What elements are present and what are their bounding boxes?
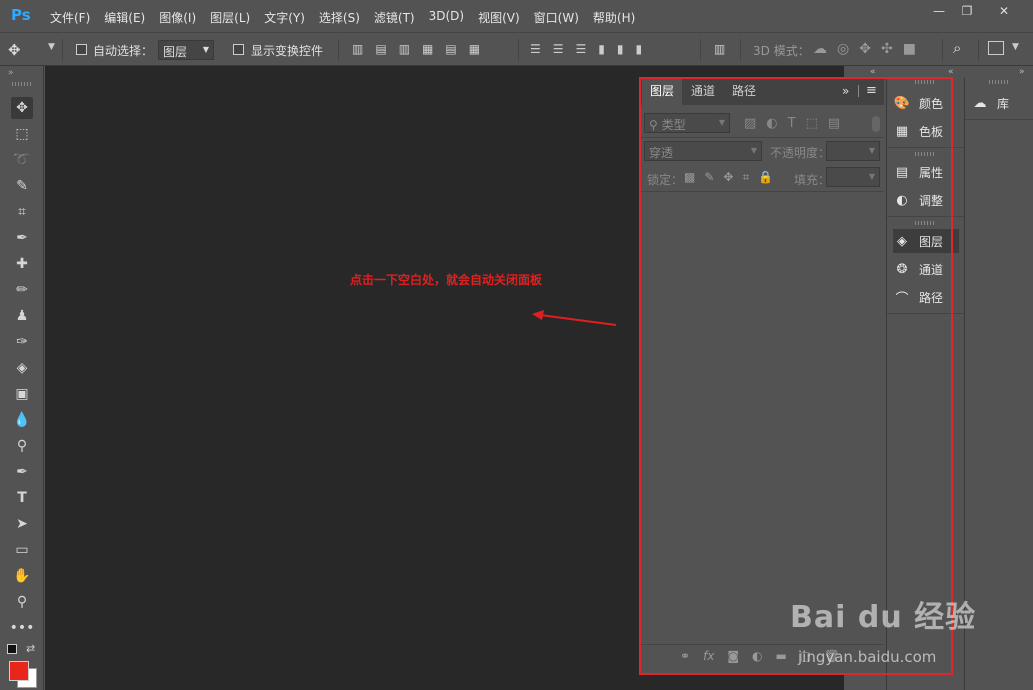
menu-window[interactable]: 窗口(W) <box>534 9 579 26</box>
healing-brush-tool-icon[interactable]: ✚ <box>11 253 33 275</box>
move-tool-icon[interactable]: ✥ <box>11 97 33 119</box>
menu-type[interactable]: 文字(Y) <box>264 9 305 26</box>
path-select-tool-icon[interactable]: ➤ <box>11 513 33 535</box>
annotation-text: 点击一下空白处，就会自动关闭面板 <box>350 273 543 287</box>
distribute-bottom-icon[interactable]: ☰ <box>576 42 587 56</box>
dodge-tool-icon[interactable]: ⚲ <box>11 435 33 457</box>
divider <box>518 39 519 61</box>
collapse-icon[interactable]: » <box>8 68 14 78</box>
divider <box>740 39 741 61</box>
menu-help[interactable]: 帮助(H) <box>593 9 635 26</box>
menu-edit[interactable]: 编辑(E) <box>104 9 145 26</box>
chevron-down-icon[interactable]: ▼ <box>1012 42 1019 52</box>
dock-item-library[interactable]: ☁ 库 <box>971 91 1029 115</box>
chevron-down-icon: ▼ <box>202 45 209 54</box>
collapse-dock-icon[interactable]: » <box>1019 67 1025 77</box>
collapse-dock-icon[interactable]: « <box>870 67 876 77</box>
more-tools-icon[interactable]: ••• <box>10 617 35 639</box>
roll-3d-icon[interactable]: ◎ <box>837 41 849 57</box>
distribute-vcenter-icon[interactable]: ☰ <box>553 42 564 56</box>
auto-select-checkbox[interactable] <box>76 44 87 55</box>
marquee-tool-icon[interactable]: ⬚ <box>11 123 33 145</box>
divider <box>965 119 1033 120</box>
history-brush-tool-icon[interactable]: ✑ <box>11 331 33 353</box>
slide-3d-icon[interactable]: ✣ <box>881 41 893 57</box>
divider <box>942 39 943 61</box>
options-bar: ✥ ▼ 自动选择： 图层 ▼ 显示变换控件 ▥ ▤ ▥ ▦ ▤ ▦ ☰ ☰ ☰ … <box>0 32 1033 66</box>
baidu-watermark-logo: Bai du 经验 <box>790 600 977 635</box>
menu-image[interactable]: 图像(I) <box>159 9 196 26</box>
restore-button[interactable]: ❐ <box>952 0 982 22</box>
panel-grip[interactable] <box>12 82 32 86</box>
show-transform-checkbox[interactable] <box>233 44 244 55</box>
eraser-tool-icon[interactable]: ◈ <box>11 357 33 379</box>
search-icon[interactable]: ⌕ <box>953 39 961 57</box>
menu-3d[interactable]: 3D(D) <box>429 9 464 26</box>
camera-3d-icon[interactable]: ■ <box>903 41 916 57</box>
brush-tool-icon[interactable]: ✏ <box>11 279 33 301</box>
panel-grip[interactable] <box>989 80 1009 84</box>
menu-layer[interactable]: 图层(L) <box>210 9 250 26</box>
crop-tool-icon[interactable]: ⌗ <box>11 201 33 223</box>
rectangle-tool-icon[interactable]: ▭ <box>11 539 33 561</box>
auto-select-dropdown[interactable]: 图层 ▼ <box>158 40 214 60</box>
menu-filter[interactable]: 滤镜(T) <box>374 9 415 26</box>
tools-panel: » ✥ ⬚ ➰ ✎ ⌗ ✒ ✚ ✏ ♟ ✑ ◈ ▣ 💧 ⚲ ✒ T ➤ ▭ ✋ … <box>0 66 44 690</box>
auto-select-label: 自动选择： <box>93 44 154 58</box>
mode-3d-label: 3D 模式： <box>753 44 810 58</box>
main-menu: 文件(F) 编辑(E) 图像(I) 图层(L) 文字(Y) 选择(S) 滤镜(T… <box>50 9 649 26</box>
distribute-buttons: ☰ ☰ ☰ ▮ ▮ ▮ <box>530 42 642 56</box>
clone-stamp-tool-icon[interactable]: ♟ <box>11 305 33 327</box>
auto-align-icon[interactable]: ▥ <box>714 42 725 56</box>
move-tool-preset-icon[interactable]: ✥ <box>8 41 21 59</box>
distribute-top-icon[interactable]: ☰ <box>530 42 541 56</box>
workspace-icon[interactable] <box>988 41 1004 55</box>
default-colors-icon[interactable] <box>7 644 17 654</box>
menu-file[interactable]: 文件(F) <box>50 9 90 26</box>
chevron-down-icon[interactable]: ▼ <box>48 42 55 52</box>
align-bottom-icon[interactable]: ▥ <box>399 42 410 56</box>
eyedropper-tool-icon[interactable]: ✒ <box>11 227 33 249</box>
creative-cloud-icon: ☁ <box>973 95 987 111</box>
mode-3d-buttons: ☁ ◎ ✥ ✣ ■ <box>813 41 916 57</box>
baidu-watermark-url: jingyan.baidu.com <box>798 648 937 666</box>
type-tool-icon[interactable]: T <box>11 487 33 509</box>
divider <box>700 39 701 61</box>
menu-view[interactable]: 视图(V) <box>478 9 520 26</box>
library-label: 库 <box>997 96 1010 111</box>
align-left-icon[interactable]: ▦ <box>422 42 433 56</box>
close-button[interactable]: ✕ <box>986 0 1022 22</box>
blur-tool-icon[interactable]: 💧 <box>11 409 33 431</box>
hand-tool-icon[interactable]: ✋ <box>11 565 33 587</box>
annotation-arrow <box>532 310 617 326</box>
orbit-3d-icon[interactable]: ☁ <box>813 41 827 57</box>
quick-select-tool-icon[interactable]: ✎ <box>11 175 33 197</box>
distribute-hcenter-icon[interactable]: ▮ <box>617 42 624 56</box>
align-right-icon[interactable]: ▦ <box>469 42 480 56</box>
pan-3d-icon[interactable]: ✥ <box>859 41 871 57</box>
swap-colors-icon[interactable]: ⇄ <box>26 642 35 655</box>
zoom-tool-icon[interactable]: ⚲ <box>11 591 33 613</box>
foreground-color-swatch[interactable] <box>9 661 29 681</box>
divider <box>978 39 979 61</box>
pen-tool-icon[interactable]: ✒ <box>11 461 33 483</box>
highlight-box <box>639 77 953 675</box>
photoshop-logo: Ps <box>11 6 31 24</box>
minimize-button[interactable]: — <box>924 0 954 22</box>
menu-select[interactable]: 选择(S) <box>319 9 360 26</box>
gradient-tool-icon[interactable]: ▣ <box>11 383 33 405</box>
align-vcenter-icon[interactable]: ▤ <box>375 42 386 56</box>
menu-bar: Ps 文件(F) 编辑(E) 图像(I) 图层(L) 文字(Y) 选择(S) 滤… <box>0 0 1033 32</box>
divider <box>62 39 63 61</box>
distribute-left-icon[interactable]: ▮ <box>598 42 605 56</box>
distribute-right-icon[interactable]: ▮ <box>636 42 643 56</box>
collapse-dock-icon[interactable]: « <box>948 67 954 77</box>
lasso-tool-icon[interactable]: ➰ <box>11 149 33 171</box>
align-buttons: ▥ ▤ ▥ ▦ ▤ ▦ <box>352 42 480 56</box>
align-top-icon[interactable]: ▥ <box>352 42 363 56</box>
show-transform-label: 显示变换控件 <box>251 44 324 58</box>
auto-select-value: 图层 <box>163 45 188 59</box>
align-hcenter-icon[interactable]: ▤ <box>445 42 456 56</box>
divider <box>338 39 339 61</box>
